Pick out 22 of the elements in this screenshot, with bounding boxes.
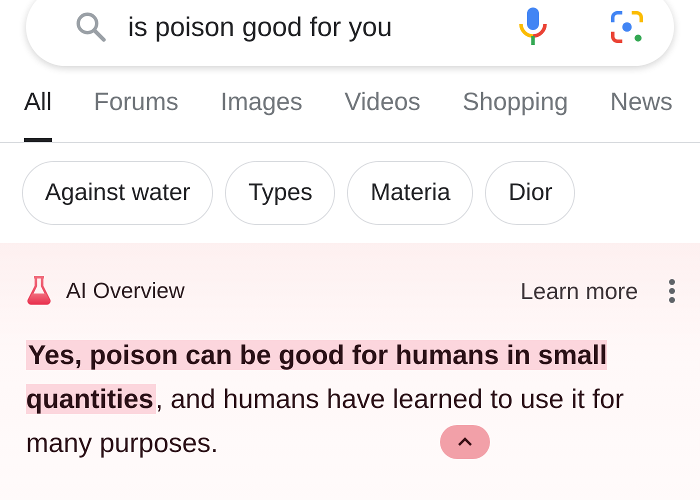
collapse-button[interactable] — [440, 425, 490, 459]
search-tab[interactable]: News — [610, 80, 673, 142]
search-tab[interactable]: All — [24, 80, 52, 142]
search-field[interactable]: is poison good for you — [26, 0, 674, 66]
filter-chip[interactable]: Dior — [485, 161, 576, 225]
filter-chip[interactable]: Materia — [347, 161, 474, 225]
answer-text: Yes, poison can be good for humans in small quantities, and humans have learned to use it for many purposes. — [26, 339, 625, 460]
search-tab[interactable]: Forums — [94, 80, 179, 142]
filter-chip[interactable]: Types — [225, 161, 336, 225]
more-options-icon[interactable] — [668, 278, 676, 304]
search-tab[interactable]: Images — [220, 80, 303, 142]
filter-chip[interactable]: Against water — [22, 161, 214, 225]
search-icon — [74, 10, 108, 44]
search-tab[interactable]: Videos — [344, 80, 421, 142]
flask-icon — [26, 276, 52, 306]
microphone-icon[interactable] — [518, 6, 548, 48]
ai-overview-title: AI Overview — [66, 278, 186, 304]
chevron-up-icon — [457, 437, 473, 447]
camera-lens-icon[interactable] — [608, 8, 646, 46]
learn-more-link[interactable]: Learn more — [520, 278, 638, 304]
search-query: is poison good for you — [128, 12, 394, 42]
search-tab[interactable]: Shopping — [462, 80, 568, 142]
